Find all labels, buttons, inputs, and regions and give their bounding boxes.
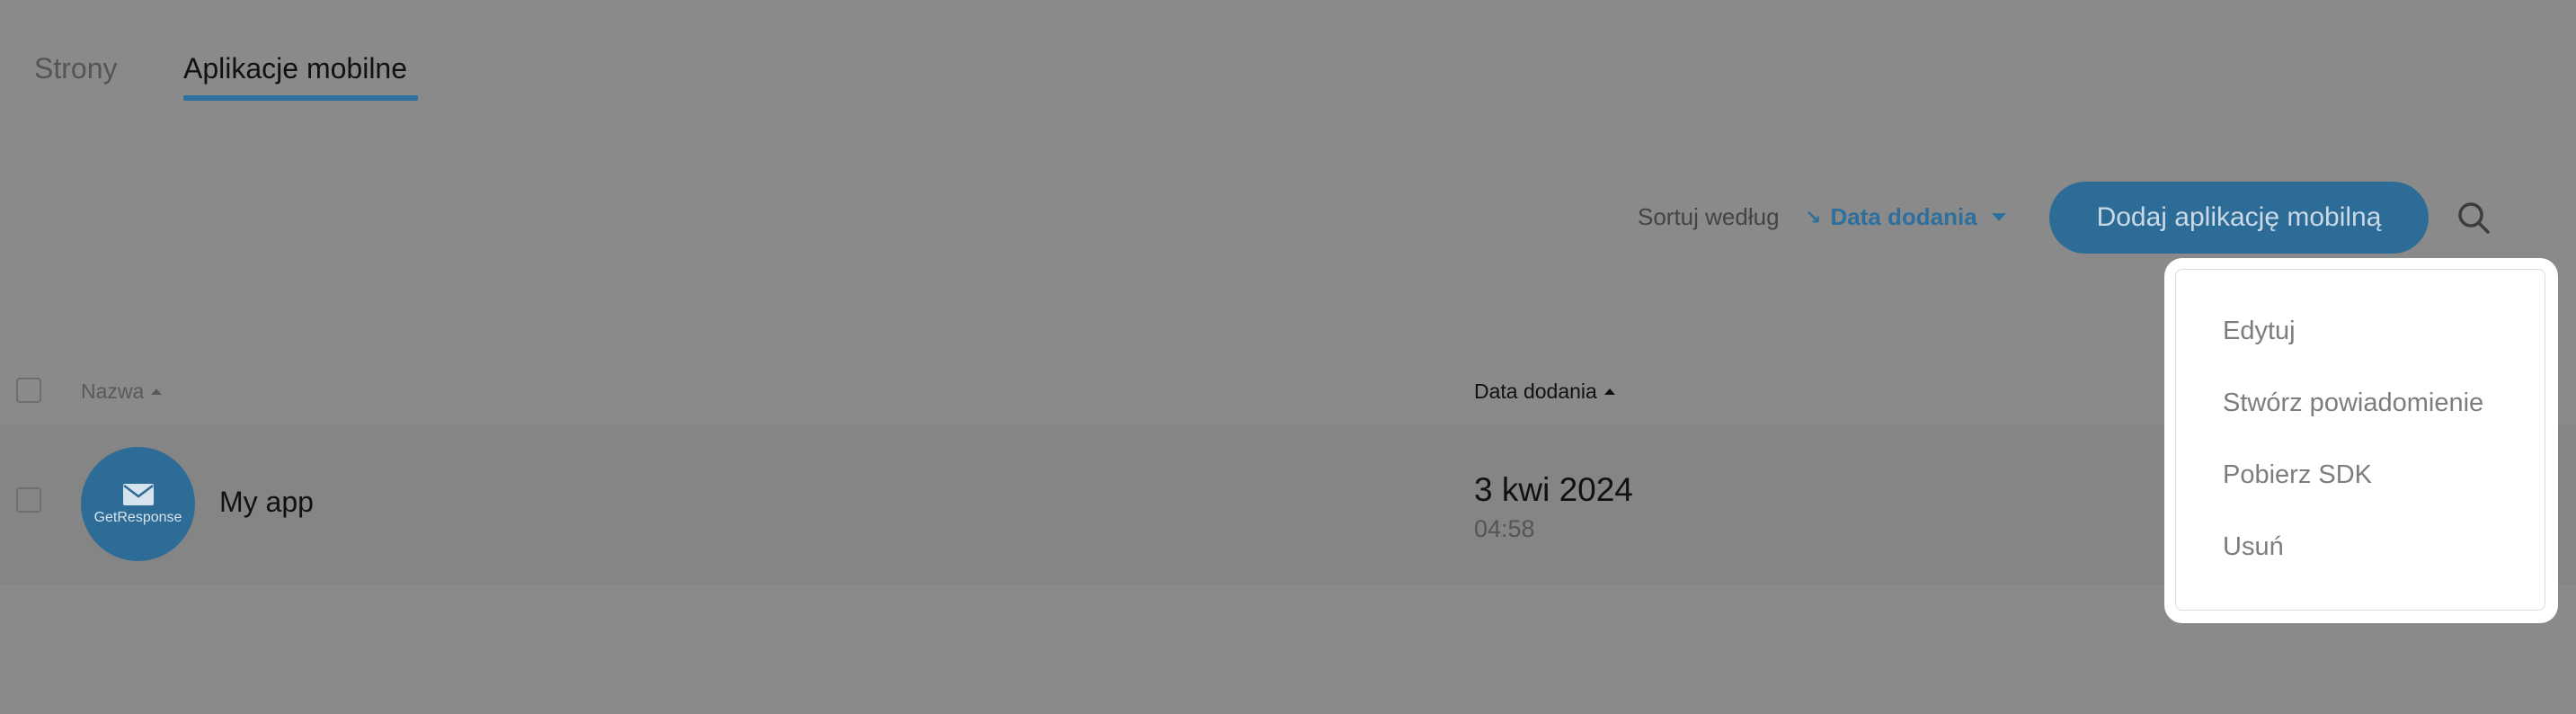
column-header-name-label: Nazwa bbox=[81, 379, 145, 403]
add-mobile-app-button[interactable]: Dodaj aplikację mobilną bbox=[2049, 182, 2429, 254]
chevron-down-icon bbox=[1991, 213, 2006, 221]
envelope-icon bbox=[122, 483, 154, 505]
sort-dropdown[interactable]: ↘ Data dodania bbox=[1805, 203, 2006, 231]
context-menu: Edytuj Stwórz powiadomienie Pobierz SDK … bbox=[2164, 258, 2558, 623]
row-checkbox[interactable] bbox=[16, 487, 41, 513]
time-added: 04:58 bbox=[1474, 515, 1535, 542]
menu-item-create-notification[interactable]: Stwórz powiadomienie bbox=[2223, 388, 2483, 418]
column-header-date-label: Data dodania bbox=[1474, 379, 1597, 403]
app-name[interactable]: My app bbox=[219, 486, 314, 519]
column-header-date[interactable]: Data dodania bbox=[1474, 379, 1615, 404]
menu-item-download-sdk[interactable]: Pobierz SDK bbox=[2223, 460, 2372, 490]
avatar-brand-text: GetResponse bbox=[93, 509, 182, 525]
sort-label: Sortuj według bbox=[1638, 203, 1780, 230]
select-all-checkbox[interactable] bbox=[16, 378, 41, 403]
tab-pages[interactable]: Strony bbox=[34, 50, 117, 86]
sort-value: Data dodania bbox=[1830, 203, 1977, 230]
sort-asc-icon bbox=[151, 388, 163, 395]
tab-bar: Strony Aplikacje mobilne bbox=[0, 0, 2576, 108]
search-icon[interactable] bbox=[2454, 198, 2493, 237]
app-avatar: GetResponse bbox=[81, 447, 195, 561]
menu-item-edit[interactable]: Edytuj bbox=[2223, 317, 2296, 346]
sort-direction-icon: ↘ bbox=[1805, 205, 1822, 228]
menu-item-delete[interactable]: Usuń bbox=[2223, 532, 2284, 562]
toolbar: Sortuj według ↘ Data dodania Dodaj aplik… bbox=[0, 180, 2576, 255]
active-tab-indicator bbox=[183, 95, 418, 101]
tab-mobile-apps[interactable]: Aplikacje mobilne bbox=[183, 50, 407, 86]
sort-asc-icon bbox=[1603, 388, 1615, 395]
context-menu-panel: Edytuj Stwórz powiadomienie Pobierz SDK … bbox=[2175, 269, 2545, 611]
column-header-name[interactable]: Nazwa bbox=[81, 379, 163, 404]
date-added: 3 kwi 2024 bbox=[1474, 471, 1633, 508]
